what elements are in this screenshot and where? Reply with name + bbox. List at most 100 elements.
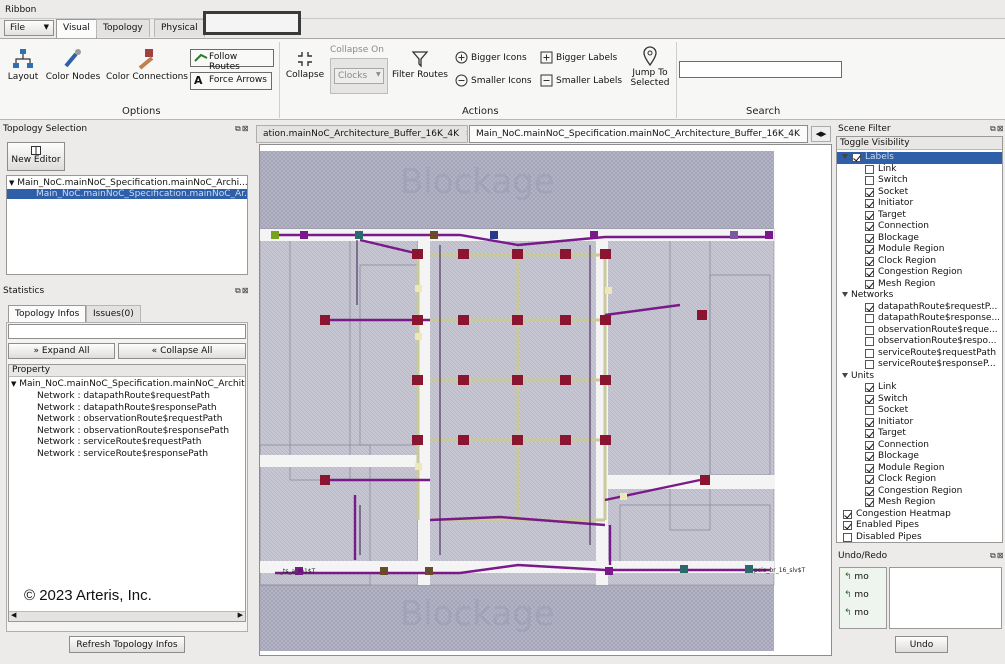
- visibility-checkbox[interactable]: [852, 153, 861, 162]
- visibility-checkbox[interactable]: [865, 452, 874, 461]
- expand-arrow-icon[interactable]: [842, 372, 848, 378]
- visibility-checkbox[interactable]: [865, 279, 874, 289]
- expand-arrow-icon[interactable]: [842, 292, 848, 297]
- scene-filter-row[interactable]: Clock Region: [837, 474, 1002, 486]
- scene-filter-row[interactable]: observationRoute$reque...: [837, 325, 1002, 337]
- scene-filter-row[interactable]: serviceRoute$responseP...: [837, 359, 1002, 371]
- undo-stack-item[interactable]: ↰ mo: [844, 572, 869, 582]
- close-icon[interactable]: ✖: [466, 129, 467, 138]
- visibility-checkbox[interactable]: [843, 509, 852, 519]
- visibility-checkbox[interactable]: [865, 463, 874, 473]
- scene-filter-row[interactable]: Initiator: [837, 417, 1002, 429]
- tab-scroll-buttons[interactable]: ◀▶: [811, 126, 831, 142]
- editor-tab-previous[interactable]: ation.mainNoC_Architecture_Buffer_16K_4K…: [256, 125, 468, 143]
- undo-stack-item[interactable]: ↰ mo: [844, 608, 869, 618]
- visibility-checkbox[interactable]: [865, 302, 874, 312]
- dock-float-close-icons[interactable]: ⧉⊠: [235, 124, 249, 134]
- collapse-all-button[interactable]: « Collapse All: [118, 343, 246, 359]
- visibility-checkbox[interactable]: [865, 256, 874, 266]
- property-row[interactable]: Network : datapathRoute$requestPath: [37, 391, 210, 401]
- scene-filter-row[interactable]: Mesh Region: [837, 497, 1002, 509]
- visibility-checkbox[interactable]: [865, 210, 874, 220]
- expand-all-button[interactable]: » Expand All: [8, 343, 115, 359]
- dock-float-close-icons[interactable]: ⧉⊠: [990, 551, 1004, 561]
- scene-filter-row[interactable]: Switch: [837, 175, 1002, 187]
- tab-topology[interactable]: Topology: [96, 19, 150, 37]
- visibility-checkbox[interactable]: [865, 233, 874, 243]
- color-nodes-button[interactable]: Color Nodes: [44, 48, 102, 82]
- scene-filter-row[interactable]: Connection: [837, 221, 1002, 233]
- visibility-checkbox[interactable]: [865, 475, 874, 484]
- visibility-checkbox[interactable]: [865, 360, 874, 369]
- scene-filter-row[interactable]: Networks: [837, 290, 1002, 302]
- scene-filter-row[interactable]: Initiator: [837, 198, 1002, 210]
- follow-routes-button[interactable]: Follow Routes: [190, 49, 274, 72]
- smaller-labels-button[interactable]: Smaller Labels: [540, 73, 622, 89]
- scene-filter-row[interactable]: Target: [837, 210, 1002, 222]
- property-row[interactable]: Network : observationRoute$requestPath: [37, 414, 222, 424]
- visibility-checkbox[interactable]: [865, 417, 874, 427]
- expand-arrow-icon[interactable]: [842, 154, 848, 159]
- visibility-checkbox[interactable]: [843, 532, 852, 542]
- new-editor-button[interactable]: New Editor: [7, 142, 65, 171]
- scene-filter-row[interactable]: Enabled Pipes: [837, 520, 1002, 532]
- scene-filter-row[interactable]: serviceRoute$requestPath: [837, 348, 1002, 360]
- scene-filter-row[interactable]: Congestion Heatmap: [837, 509, 1002, 521]
- horizontal-scrollbar[interactable]: ◀ ▶: [9, 611, 245, 621]
- noc-topology-diagram[interactable]: Blockage Blockage _ts_a_m1$T pcie_br_16_…: [260, 145, 832, 656]
- visibility-checkbox[interactable]: [865, 486, 874, 496]
- jump-to-selected-button[interactable]: Jump To Selected: [626, 46, 674, 88]
- visibility-checkbox[interactable]: [865, 325, 874, 335]
- bigger-labels-button[interactable]: Bigger Labels: [540, 50, 617, 66]
- topology-canvas[interactable]: Blockage Blockage _ts_a_m1$T pcie_br_16_…: [259, 144, 832, 656]
- visibility-checkbox[interactable]: [865, 176, 874, 185]
- visibility-checkbox[interactable]: [865, 394, 874, 404]
- property-row[interactable]: Network : serviceRoute$requestPath: [37, 437, 201, 447]
- layout-button[interactable]: Layout: [6, 48, 40, 82]
- scene-filter-row[interactable]: Socket: [837, 405, 1002, 417]
- color-connections-button[interactable]: Color Connections: [106, 48, 188, 82]
- scene-filter-row[interactable]: Socket: [837, 187, 1002, 199]
- scene-filter-row[interactable]: Mesh Region: [837, 279, 1002, 291]
- scene-filter-row[interactable]: Disabled Pipes: [837, 532, 1002, 544]
- scene-filter-row[interactable]: Congestion Region: [837, 267, 1002, 279]
- editor-tab-active[interactable]: Main_NoC.mainNoC_Specification.mainNoC_A…: [469, 125, 808, 143]
- visibility-checkbox[interactable]: [865, 440, 874, 450]
- visibility-checkbox[interactable]: [865, 268, 874, 277]
- topology-tree-item[interactable]: Main_NoC.mainNoC_Specification.mainNoC_A…: [7, 189, 247, 199]
- undo-button[interactable]: Undo: [895, 636, 948, 653]
- scene-filter-row[interactable]: Module Region: [837, 244, 1002, 256]
- property-tree-root[interactable]: ▼ Main_NoC.mainNoC_Specification.mainNoC…: [11, 379, 245, 389]
- visibility-checkbox[interactable]: [865, 187, 874, 197]
- tab-physical[interactable]: Physical: [154, 19, 205, 37]
- scene-filter-row[interactable]: Link: [837, 382, 1002, 394]
- filter-routes-button[interactable]: Filter Routes: [392, 50, 448, 80]
- visibility-checkbox[interactable]: [865, 498, 874, 507]
- dock-float-close-icons[interactable]: ⧉⊠: [990, 124, 1004, 134]
- tab-issues[interactable]: Issues(0): [86, 305, 141, 322]
- undo-stack-item[interactable]: ↰ mo: [844, 590, 869, 600]
- search-input[interactable]: [679, 61, 842, 78]
- scene-filter-row[interactable]: Clock Region: [837, 256, 1002, 268]
- visibility-checkbox[interactable]: [865, 337, 874, 346]
- dock-float-close-icons[interactable]: ⧉⊠: [235, 286, 249, 296]
- force-arrows-button[interactable]: A Force Arrows: [190, 72, 272, 90]
- scene-filter-row[interactable]: Congestion Region: [837, 486, 1002, 498]
- scene-filter-row[interactable]: Connection: [837, 440, 1002, 452]
- close-icon[interactable]: ✖: [807, 129, 808, 138]
- scene-filter-row[interactable]: Target: [837, 428, 1002, 440]
- scene-filter-row[interactable]: Blockage: [837, 233, 1002, 245]
- scene-filter-row[interactable]: Module Region: [837, 463, 1002, 475]
- scene-filter-row[interactable]: Labels: [837, 152, 1002, 164]
- scene-filter-row[interactable]: datapathRoute$response...: [837, 313, 1002, 325]
- property-row[interactable]: Network : serviceRoute$responsePath: [37, 449, 208, 459]
- scene-filter-row[interactable]: datapathRoute$requestP...: [837, 302, 1002, 314]
- refresh-topology-infos-button[interactable]: Refresh Topology Infos: [69, 636, 185, 653]
- topology-tree-root[interactable]: ▼ Main_NoC.mainNoC_Specification.mainNoC…: [9, 178, 247, 188]
- scene-filter-row[interactable]: Units: [837, 371, 1002, 383]
- visibility-checkbox[interactable]: [865, 348, 874, 358]
- visibility-checkbox[interactable]: [865, 245, 874, 254]
- property-row[interactable]: Network : datapathRoute$responsePath: [37, 403, 217, 413]
- visibility-checkbox[interactable]: [865, 383, 874, 392]
- visibility-checkbox[interactable]: [865, 406, 874, 415]
